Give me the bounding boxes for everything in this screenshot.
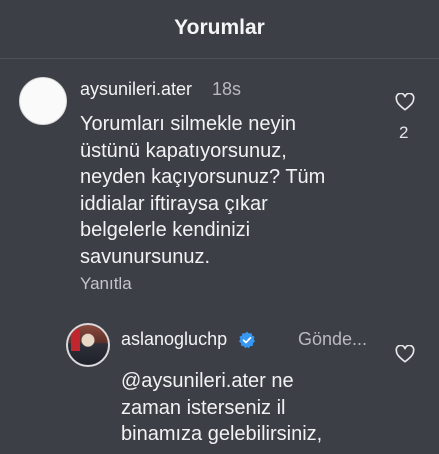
comments-header: Yorumlar (0, 0, 439, 59)
sending-status: Gönde... (298, 329, 368, 349)
page-title: Yorumlar (174, 16, 265, 39)
avatar[interactable] (19, 77, 67, 125)
like-count: 2 (399, 123, 409, 142)
reply-line: @aysunileri.ater ne (121, 370, 294, 392)
reply-line: binamıza gelebilirsiniz, (121, 423, 323, 445)
comment-line: iddialar iftiraysa çıkar (80, 192, 268, 215)
avatar[interactable] (66, 323, 110, 367)
comment-line: neyden kaçıyorsunuz? Tüm (80, 166, 326, 188)
comment-username[interactable]: aysunileri.ater (80, 79, 192, 100)
comment-line: Yorumları silmekle neyin (80, 113, 297, 135)
reply-button[interactable]: Yanıtla (80, 274, 132, 294)
heart-outline-icon[interactable] (395, 345, 415, 363)
comment-text: Yorumları silmekle neyin üstünü kapatıyo… (80, 111, 380, 270)
reply-username[interactable]: aslanogluchp (121, 329, 227, 350)
comment-line: üstünü kapatıyorsunuz, (80, 139, 287, 162)
heart-outline-icon[interactable] (395, 93, 415, 111)
verified-badge-icon (239, 331, 255, 349)
reply-text: @aysunileri.ater ne zaman isterseniz il … (121, 368, 371, 448)
comment-line: savunursunuz. (80, 245, 211, 268)
reply-line: zaman isterseniz il (121, 396, 286, 419)
comment-line: belgelerle kendinizi (80, 219, 251, 241)
comment-time: 18s (212, 79, 242, 99)
